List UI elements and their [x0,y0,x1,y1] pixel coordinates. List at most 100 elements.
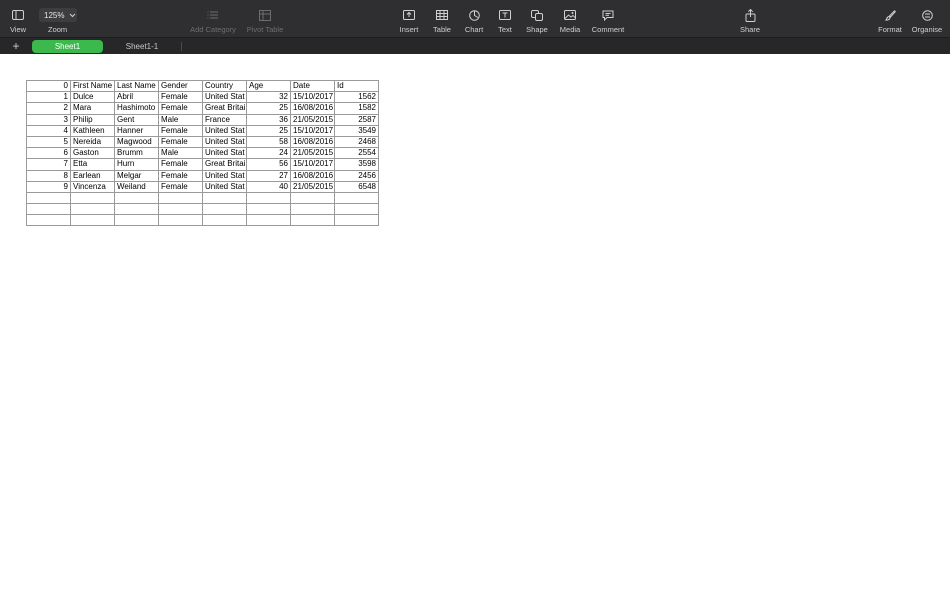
table-cell[interactable]: 21/05/2015 [290,180,335,193]
table-cell[interactable]: United Stat [202,135,247,149]
table-cell[interactable]: 32 [246,91,291,104]
table-cell[interactable]: 3598 [334,158,379,171]
empty-cell[interactable] [246,214,291,227]
table-cell[interactable]: 15/10/2017 [290,91,335,104]
table-cell[interactable]: Vincenza [70,180,115,193]
table-cell[interactable]: 56 [246,158,291,171]
table-cell[interactable]: 5 [26,135,71,149]
table-cell[interactable]: Gent [114,113,159,126]
table-cell[interactable]: Melgar [114,169,159,182]
table-cell[interactable]: Earlean [70,169,115,182]
empty-cell[interactable] [202,191,247,205]
table-cell[interactable]: First Name [70,79,115,93]
empty-cell[interactable] [334,191,379,205]
table-cell[interactable]: Abril [114,91,159,104]
table-cell[interactable]: Hanner [114,124,159,137]
table-cell[interactable]: 25 [246,102,291,115]
table-cell[interactable]: 36 [246,113,291,126]
add-sheet-button[interactable]: + [10,39,22,53]
table-cell[interactable]: 6548 [334,180,379,193]
empty-cell[interactable] [290,203,335,216]
empty-cell[interactable] [70,214,115,227]
pivot-table-button[interactable]: Pivot Table [235,5,295,34]
table-cell[interactable]: Id [334,79,379,93]
table-cell[interactable]: Hurn [114,158,159,171]
table-cell[interactable]: Last Name [114,79,159,93]
table-cell[interactable]: 16/08/2016 [290,169,335,182]
empty-cell[interactable] [158,203,203,216]
table-cell[interactable]: 1 [26,91,71,104]
tab-sheet1-1[interactable]: Sheet1-1 [110,40,174,53]
table-cell[interactable]: 58 [246,135,291,149]
table-cell[interactable]: 24 [246,147,291,160]
table-cell[interactable]: Great Britai [202,102,247,115]
table-cell[interactable]: 27 [246,169,291,182]
tab-sheet1[interactable]: Sheet1 [32,40,103,53]
table-cell[interactable]: 2456 [334,169,379,182]
table-cell[interactable]: Female [158,102,203,115]
table-cell[interactable]: 9 [26,180,71,193]
table-cell[interactable]: 25 [246,124,291,137]
table-cell[interactable]: 21/05/2015 [290,113,335,126]
table-cell[interactable]: 2554 [334,147,379,160]
table-cell[interactable]: Etta [70,158,115,171]
empty-cell[interactable] [246,191,291,205]
empty-cell[interactable] [202,203,247,216]
table-cell[interactable]: 1562 [334,91,379,104]
table-cell[interactable]: France [202,113,247,126]
empty-cell[interactable] [26,203,71,216]
empty-cell[interactable] [114,191,159,205]
empty-cell[interactable] [246,203,291,216]
table-cell[interactable]: 21/05/2015 [290,147,335,160]
table-cell[interactable]: Gaston [70,147,115,160]
table-cell[interactable]: United Stat [202,124,247,137]
table-cell[interactable]: 1582 [334,102,379,115]
table-cell[interactable]: 2587 [334,113,379,126]
table-cell[interactable]: 40 [246,180,291,193]
empty-cell[interactable] [290,191,335,205]
table-cell[interactable]: Weiland [114,180,159,193]
empty-cell[interactable] [114,203,159,216]
table-cell[interactable]: 15/10/2017 [290,124,335,137]
zoom-select[interactable]: 125% [39,8,77,22]
table-cell[interactable]: 2 [26,102,71,115]
table-cell[interactable]: Hashimoto [114,102,159,115]
table-cell[interactable]: Country [202,79,247,93]
table-cell[interactable]: 7 [26,158,71,171]
table-cell[interactable]: 16/08/2016 [290,102,335,115]
table-cell[interactable]: 0 [26,79,71,93]
empty-cell[interactable] [70,203,115,216]
table-cell[interactable]: Female [158,180,203,193]
table-cell[interactable]: Mara [70,102,115,115]
empty-cell[interactable] [334,203,379,216]
share-button[interactable]: Share [720,5,780,34]
table-cell[interactable]: United Stat [202,180,247,193]
table-cell[interactable]: 3 [26,113,71,126]
table-cell[interactable]: 15/10/2017 [290,158,335,171]
table-cell[interactable]: Great Britai [202,158,247,171]
table-cell[interactable]: Gender [158,79,203,93]
empty-cell[interactable] [70,191,115,205]
organise-button[interactable]: Organise [897,5,950,34]
table-cell[interactable]: 8 [26,169,71,182]
empty-cell[interactable] [290,214,335,227]
empty-cell[interactable] [158,191,203,205]
empty-cell[interactable] [26,191,71,205]
table-cell[interactable]: Date [290,79,335,93]
table-cell[interactable]: Kathleen [70,124,115,137]
table-cell[interactable]: Age [246,79,291,93]
table-cell[interactable]: United Stat [202,147,247,160]
table-cell[interactable]: United Stat [202,169,247,182]
table-cell[interactable]: Female [158,158,203,171]
table-cell[interactable]: 2468 [334,135,379,149]
empty-cell[interactable] [158,214,203,227]
table-cell[interactable]: Dulce [70,91,115,104]
table-cell[interactable]: 6 [26,147,71,160]
table-cell[interactable]: Male [158,113,203,126]
table-cell[interactable]: Magwood [114,135,159,149]
empty-cell[interactable] [26,214,71,227]
empty-cell[interactable] [202,214,247,227]
table-cell[interactable]: Nereida [70,135,115,149]
empty-cell[interactable] [334,214,379,227]
table-cell[interactable]: United Stat [202,91,247,104]
